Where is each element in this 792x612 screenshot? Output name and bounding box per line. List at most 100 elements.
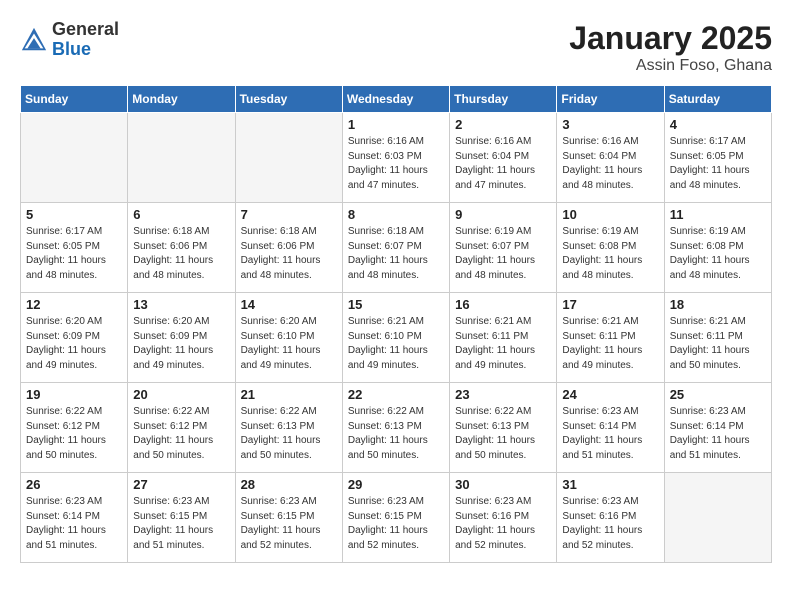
weekday-header-friday: Friday [557, 86, 664, 113]
calendar-week-1: 1 Sunrise: 6:16 AM Sunset: 6:03 PM Daylig… [21, 113, 772, 203]
calendar-cell: 21 Sunrise: 6:22 AM Sunset: 6:13 PM Dayli… [235, 383, 342, 473]
day-info: Sunrise: 6:22 AM Sunset: 6:12 PM Dayligh… [26, 405, 122, 463]
day-number: 29 [348, 477, 444, 492]
day-info: Sunrise: 6:22 AM Sunset: 6:13 PM Dayligh… [455, 405, 551, 463]
day-number: 2 [455, 117, 551, 132]
day-number: 20 [133, 387, 229, 402]
day-info: Sunrise: 6:23 AM Sunset: 6:15 PM Dayligh… [133, 495, 229, 553]
calendar-cell: 31Sunrise: 6:23 AM Sunset: 6:16 PM Dayli… [557, 473, 664, 563]
calendar-cell: 30 Sunrise: 6:23 AM Sunset: 6:16 PM Dayli… [450, 473, 557, 563]
day-number: 22 [348, 387, 444, 402]
day-number: 7 [241, 207, 337, 222]
day-number: 24 [562, 387, 658, 402]
day-number: 12 [26, 297, 122, 312]
day-info: Sunrise: 6:23 AM Sunset: 6:15 PM Dayligh… [348, 495, 444, 553]
calendar-cell [21, 113, 128, 203]
day-number: 30 [455, 477, 551, 492]
calendar-cell: 29 Sunrise: 6:23 AM Sunset: 6:15 PM Dayli… [342, 473, 449, 563]
day-info: Sunrise: 6:20 AM Sunset: 6:10 PM Dayligh… [241, 315, 337, 373]
day-info: Sunrise: 6:16 AM Sunset: 6:04 PM Dayligh… [455, 135, 551, 193]
calendar-cell: 27 Sunrise: 6:23 AM Sunset: 6:15 PM Dayli… [128, 473, 235, 563]
weekday-header-monday: Monday [128, 86, 235, 113]
day-number: 28 [241, 477, 337, 492]
calendar-cell: 17 Sunrise: 6:21 AM Sunset: 6:11 PM Dayli… [557, 293, 664, 383]
weekday-header-sunday: Sunday [21, 86, 128, 113]
day-info: Sunrise: 6:22 AM Sunset: 6:13 PM Dayligh… [241, 405, 337, 463]
day-info: Sunrise: 6:19 AM Sunset: 6:08 PM Dayligh… [562, 225, 658, 283]
calendar-cell [664, 473, 771, 563]
day-number: 15 [348, 297, 444, 312]
calendar-table: SundayMondayTuesdayWednesdayThursdayFrid… [20, 85, 772, 563]
day-info: Sunrise: 6:21 AM Sunset: 6:11 PM Dayligh… [455, 315, 551, 373]
title-block: January 2025 Assin Foso, Ghana [569, 20, 772, 75]
day-info: Sunrise: 6:23 AM Sunset: 6:16 PM Dayligh… [455, 495, 551, 553]
calendar-cell [128, 113, 235, 203]
logo-icon [20, 26, 48, 54]
day-number: 16 [455, 297, 551, 312]
day-number: 21 [241, 387, 337, 402]
calendar-cell: 2 Sunrise: 6:16 AM Sunset: 6:04 PM Daylig… [450, 113, 557, 203]
logo-blue: Blue [52, 39, 91, 59]
day-number: 17 [562, 297, 658, 312]
day-info: Sunrise: 6:21 AM Sunset: 6:11 PM Dayligh… [670, 315, 766, 373]
day-number: 1 [348, 117, 444, 132]
calendar-cell: 11 Sunrise: 6:19 AM Sunset: 6:08 PM Dayli… [664, 203, 771, 293]
day-info: Sunrise: 6:21 AM Sunset: 6:10 PM Dayligh… [348, 315, 444, 373]
calendar-cell: 28Sunrise: 6:23 AM Sunset: 6:15 PM Dayli… [235, 473, 342, 563]
day-info: Sunrise: 6:19 AM Sunset: 6:08 PM Dayligh… [670, 225, 766, 283]
day-number: 11 [670, 207, 766, 222]
day-number: 8 [348, 207, 444, 222]
calendar-cell: 22Sunrise: 6:22 AM Sunset: 6:13 PM Dayli… [342, 383, 449, 473]
day-number: 18 [670, 297, 766, 312]
calendar-cell: 7 Sunrise: 6:18 AM Sunset: 6:06 PM Daylig… [235, 203, 342, 293]
calendar-week-5: 26Sunrise: 6:23 AM Sunset: 6:14 PM Dayli… [21, 473, 772, 563]
month-title: January 2025 [569, 20, 772, 57]
day-number: 6 [133, 207, 229, 222]
day-number: 13 [133, 297, 229, 312]
day-info: Sunrise: 6:16 AM Sunset: 6:03 PM Dayligh… [348, 135, 444, 193]
day-info: Sunrise: 6:23 AM Sunset: 6:14 PM Dayligh… [670, 405, 766, 463]
calendar-cell [235, 113, 342, 203]
day-number: 19 [26, 387, 122, 402]
day-number: 14 [241, 297, 337, 312]
calendar-cell: 4Sunrise: 6:17 AM Sunset: 6:05 PM Daylig… [664, 113, 771, 203]
day-info: Sunrise: 6:17 AM Sunset: 6:05 PM Dayligh… [670, 135, 766, 193]
calendar-week-3: 12 Sunrise: 6:20 AM Sunset: 6:09 PM Dayli… [21, 293, 772, 383]
day-info: Sunrise: 6:21 AM Sunset: 6:11 PM Dayligh… [562, 315, 658, 373]
day-info: Sunrise: 6:17 AM Sunset: 6:05 PM Dayligh… [26, 225, 122, 283]
day-info: Sunrise: 6:18 AM Sunset: 6:06 PM Dayligh… [133, 225, 229, 283]
day-info: Sunrise: 6:20 AM Sunset: 6:09 PM Dayligh… [26, 315, 122, 373]
day-number: 5 [26, 207, 122, 222]
day-number: 23 [455, 387, 551, 402]
calendar-cell: 23 Sunrise: 6:22 AM Sunset: 6:13 PM Dayli… [450, 383, 557, 473]
weekday-header-tuesday: Tuesday [235, 86, 342, 113]
calendar-cell: 15 Sunrise: 6:21 AM Sunset: 6:10 PM Dayli… [342, 293, 449, 383]
calendar-cell: 3Sunrise: 6:16 AM Sunset: 6:04 PM Daylig… [557, 113, 664, 203]
calendar-cell: 16 Sunrise: 6:21 AM Sunset: 6:11 PM Dayli… [450, 293, 557, 383]
calendar-cell: 25 Sunrise: 6:23 AM Sunset: 6:14 PM Dayli… [664, 383, 771, 473]
day-number: 9 [455, 207, 551, 222]
calendar-cell: 20 Sunrise: 6:22 AM Sunset: 6:12 PM Dayli… [128, 383, 235, 473]
weekday-header-thursday: Thursday [450, 86, 557, 113]
day-info: Sunrise: 6:23 AM Sunset: 6:14 PM Dayligh… [26, 495, 122, 553]
location-title: Assin Foso, Ghana [569, 57, 772, 75]
logo-general: General [52, 19, 119, 39]
day-info: Sunrise: 6:23 AM Sunset: 6:14 PM Dayligh… [562, 405, 658, 463]
day-info: Sunrise: 6:23 AM Sunset: 6:16 PM Dayligh… [562, 495, 658, 553]
logo: General Blue [20, 20, 119, 60]
calendar-cell: 8Sunrise: 6:18 AM Sunset: 6:07 PM Daylig… [342, 203, 449, 293]
day-info: Sunrise: 6:22 AM Sunset: 6:12 PM Dayligh… [133, 405, 229, 463]
calendar-cell: 13Sunrise: 6:20 AM Sunset: 6:09 PM Dayli… [128, 293, 235, 383]
page-header: General Blue January 2025 Assin Foso, Gh… [20, 20, 772, 75]
day-number: 25 [670, 387, 766, 402]
calendar-cell: 18 Sunrise: 6:21 AM Sunset: 6:11 PM Dayli… [664, 293, 771, 383]
day-info: Sunrise: 6:16 AM Sunset: 6:04 PM Dayligh… [562, 135, 658, 193]
day-info: Sunrise: 6:18 AM Sunset: 6:06 PM Dayligh… [241, 225, 337, 283]
calendar-cell: 5 Sunrise: 6:17 AM Sunset: 6:05 PM Daylig… [21, 203, 128, 293]
weekday-header-row: SundayMondayTuesdayWednesdayThursdayFrid… [21, 86, 772, 113]
weekday-header-saturday: Saturday [664, 86, 771, 113]
day-number: 27 [133, 477, 229, 492]
weekday-header-wednesday: Wednesday [342, 86, 449, 113]
calendar-cell: 6 Sunrise: 6:18 AM Sunset: 6:06 PM Daylig… [128, 203, 235, 293]
calendar-week-4: 19 Sunrise: 6:22 AM Sunset: 6:12 PM Dayli… [21, 383, 772, 473]
